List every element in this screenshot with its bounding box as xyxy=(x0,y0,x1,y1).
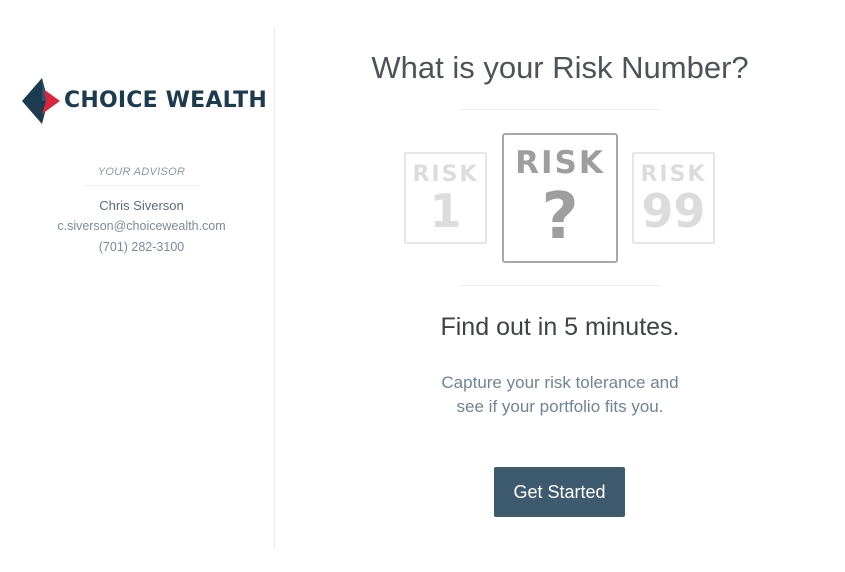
risk-sign-high-value: 99 xyxy=(641,184,706,238)
advisor-divider xyxy=(84,185,200,186)
diamond-star-icon xyxy=(22,78,60,124)
risk-sign-low-word: RISK xyxy=(412,162,479,187)
subheading: Find out in 5 minutes. xyxy=(440,313,680,341)
risk-sign-high: RISK 99 xyxy=(632,152,715,244)
brand-name: CHOICE WEALTH xyxy=(64,88,267,113)
top-divider xyxy=(460,109,660,110)
brand-logo[interactable]: CHOICE WEALTH xyxy=(22,78,267,124)
advisor-name: Chris Siverson xyxy=(99,198,184,213)
risk-sign-high-word: RISK xyxy=(640,162,707,187)
get-started-button[interactable]: Get Started xyxy=(494,467,625,517)
advisor-sidebar: CHOICE WEALTH YOUR ADVISOR Chris Siverso… xyxy=(0,0,275,572)
description: Capture your risk tolerance and see if y… xyxy=(275,371,845,419)
risk-sign-unknown-word: RISK xyxy=(515,145,605,181)
advisor-label: YOUR ADVISOR xyxy=(97,166,186,178)
risk-sign-low: RISK 1 xyxy=(404,152,487,244)
description-line-2: see if your portfolio fits you. xyxy=(456,397,664,416)
main-panel: What is your Risk Number? RISK 1 RISK ? … xyxy=(275,0,845,572)
advisor-email-link[interactable]: c.siverson@choicewealth.com xyxy=(0,219,283,233)
description-line-1: Capture your risk tolerance and xyxy=(441,373,679,392)
risk-sign-unknown: RISK ? xyxy=(502,133,618,263)
risk-sign-unknown-value: ? xyxy=(541,180,579,254)
page-title: What is your Risk Number? xyxy=(371,50,749,85)
advisor-phone-link[interactable]: (701) 282-3100 xyxy=(0,240,283,254)
risk-sign-low-value: 1 xyxy=(429,184,462,238)
bottom-divider xyxy=(460,285,660,286)
